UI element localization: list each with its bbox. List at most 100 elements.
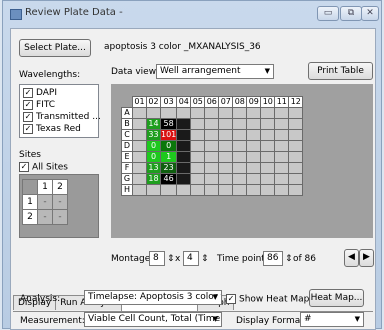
select-plate-button[interactable]: Select Plate... [19,39,91,57]
plate-well[interactable] [204,162,220,174]
plate-well[interactable] [274,162,290,174]
plate-well[interactable] [146,184,161,196]
plate-well[interactable] [260,107,276,119]
plate-well[interactable] [218,151,234,163]
plate-well[interactable]: 23 [159,162,178,174]
plate-well[interactable] [246,184,262,196]
plate-well[interactable] [246,107,262,119]
plate-well[interactable] [288,107,304,119]
plate-well[interactable] [204,118,220,130]
plate-well[interactable]: 46 [159,173,178,185]
montage-x-input[interactable]: 8 [149,251,165,266]
plate-well[interactable] [132,107,147,119]
plate-well[interactable] [274,129,290,141]
plate-well[interactable] [218,107,234,119]
next-button[interactable]: ▶ [359,249,374,267]
wavelength-item[interactable]: ✓ Transmitted ... [20,111,101,123]
plate-well[interactable] [288,162,304,174]
plate-well[interactable] [132,118,147,130]
plate-well[interactable] [190,184,206,196]
data-view-select[interactable]: Well arrangement ▼ [156,64,274,79]
plate-well[interactable] [288,140,304,152]
plate-well[interactable] [246,151,262,163]
plate-well[interactable] [176,162,192,174]
plate-well[interactable] [246,162,262,174]
plate-well[interactable] [176,118,192,130]
all-sites-checkbox[interactable]: ✓ All Sites [19,162,68,173]
montage-x-stepper[interactable]: ⇕ [167,254,175,264]
plate-well[interactable] [246,118,262,130]
analysis-select[interactable]: Timelapse: Apoptosis 3 color w ▼ [84,290,222,305]
plate-well[interactable] [218,140,234,152]
title-bar[interactable]: Review Plate Data - ▭ ⧉ ✕ [3,1,381,25]
plate-well[interactable] [260,184,276,196]
plate-well[interactable] [232,151,248,163]
plate-well[interactable] [204,184,220,196]
wavelength-item[interactable]: ✓ Texas Red [20,123,98,135]
plate-well[interactable] [176,107,192,119]
plate-well[interactable] [176,184,192,196]
measurement-select[interactable]: Viable Cell Count, Total (Timela ▼ [84,312,222,327]
wavelength-item[interactable]: ✓ FITC [20,99,98,111]
plate-well[interactable] [246,129,262,141]
plate-well[interactable] [232,173,248,185]
plate-well[interactable] [159,184,178,196]
heat-map-button[interactable]: Heat Map... [309,289,364,307]
plate-well[interactable] [274,140,290,152]
site-cell[interactable]: - [37,194,53,210]
site-cell[interactable]: - [37,209,53,225]
plate-well[interactable] [260,140,276,152]
plate-well[interactable] [190,140,206,152]
plate-well[interactable]: 13 [146,162,161,174]
plate-well[interactable] [190,118,206,130]
plate-well[interactable] [190,129,206,141]
plate-well[interactable] [232,162,248,174]
plate-well[interactable] [218,184,234,196]
plate-well[interactable] [132,151,147,163]
plate-well[interactable]: 14 [146,118,161,130]
plate-well[interactable] [176,173,192,185]
plate-well[interactable] [146,107,161,119]
plate-well[interactable]: 0 [146,140,161,152]
plate-well[interactable] [204,107,220,119]
plate-well[interactable] [274,184,290,196]
plate-well[interactable] [132,140,147,152]
site-cell[interactable]: - [52,194,68,210]
plate-well[interactable] [246,140,262,152]
plate-well[interactable] [274,173,290,185]
checkbox-icon[interactable]: ✓ [23,111,33,122]
time-point-stepper[interactable]: ⇕ [285,254,293,264]
previous-button[interactable]: ◀ [344,249,359,267]
plate-well[interactable] [176,140,192,152]
plate-well[interactable] [260,162,276,174]
plate-well[interactable]: 58 [159,118,178,130]
plate-well[interactable] [232,140,248,152]
plate-well[interactable]: 0 [159,140,178,152]
plate-well[interactable] [132,162,147,174]
show-heat-map-checkbox[interactable]: ✓ Show Heat Map [226,294,309,305]
site-cell[interactable]: - [52,209,68,225]
plate-well[interactable] [204,151,220,163]
plate-well[interactable] [288,129,304,141]
plate-well[interactable] [260,151,276,163]
plate-well[interactable] [232,129,248,141]
close-button[interactable]: ✕ [361,6,379,21]
plate-well[interactable] [232,107,248,119]
time-point-input[interactable]: 86 [263,251,283,266]
wavelength-item[interactable]: ✓ DAPI [20,87,98,99]
plate-well[interactable] [204,129,220,141]
plate-well[interactable] [260,118,276,130]
plate-well[interactable]: 0 [146,151,161,163]
montage-y-stepper[interactable]: ⇕ [201,254,209,264]
plate-well[interactable] [132,184,147,196]
plate-well[interactable]: 18 [146,173,161,185]
plate-well[interactable] [288,173,304,185]
plate-well[interactable] [260,129,276,141]
plate-well[interactable] [132,173,147,185]
plate-well[interactable] [204,140,220,152]
minimize-button[interactable]: ▭ [317,6,339,21]
plate-well[interactable] [218,162,234,174]
plate-well[interactable] [190,173,206,185]
montage-y-input[interactable]: 4 [183,251,199,266]
checkbox-icon[interactable]: ✓ [23,123,33,134]
